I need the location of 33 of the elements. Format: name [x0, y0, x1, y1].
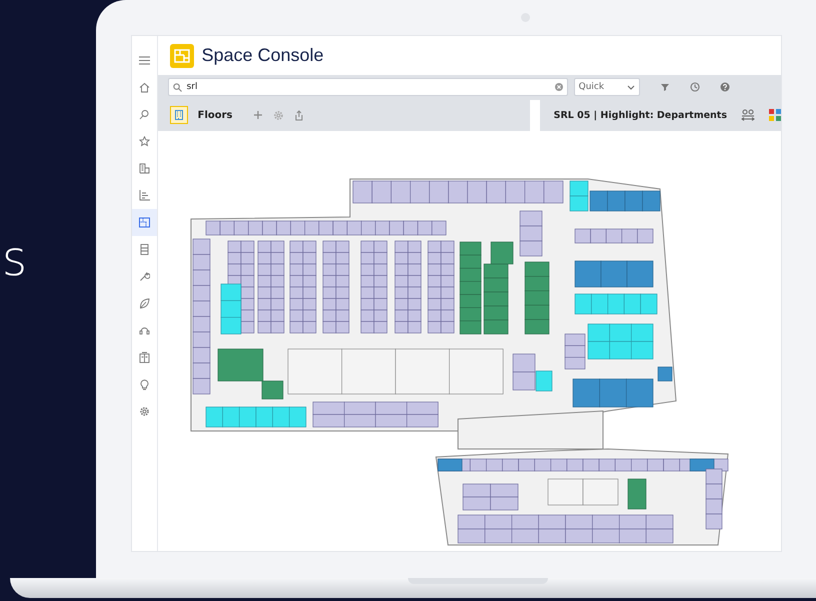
- compare-icon[interactable]: [741, 109, 755, 122]
- cabinet-icon: [138, 244, 150, 255]
- app-title: Space Console: [202, 45, 324, 66]
- backdrop-heading: s: [2, 231, 28, 287]
- color-grid-icon[interactable]: [769, 109, 781, 122]
- headset-icon: [138, 325, 150, 336]
- search-icon: [172, 82, 182, 92]
- bar-chart-icon: [138, 190, 150, 201]
- leaf-icon: [138, 298, 150, 309]
- elevator-icon: [138, 352, 150, 363]
- clock-icon[interactable]: [690, 82, 700, 92]
- home-icon: [138, 82, 150, 93]
- light-bulb-icon: [138, 379, 150, 390]
- building-icon: [138, 163, 150, 174]
- clear-icon[interactable]: [554, 83, 563, 92]
- menu-icon[interactable]: [138, 55, 150, 66]
- settings-icon: [138, 406, 150, 417]
- search-mode-dropdown[interactable]: Quick: [574, 78, 640, 96]
- search-icon: [138, 109, 150, 120]
- floor-plan-logo-icon: [170, 44, 194, 68]
- sidebar-item[interactable]: [132, 209, 157, 236]
- star-icon: [138, 136, 150, 147]
- add-icon[interactable]: [252, 110, 262, 120]
- view-title: SRL 05 | Highlight: Departments: [554, 110, 727, 121]
- floor-plan-icon: [138, 217, 150, 228]
- share-icon[interactable]: [294, 110, 304, 121]
- filter-icon[interactable]: [660, 82, 670, 92]
- caret-icon: [626, 84, 635, 90]
- wrench-icon: [138, 271, 150, 282]
- help-icon[interactable]: [720, 82, 730, 92]
- building-icon: [170, 106, 188, 124]
- panel-title: Floors: [198, 110, 232, 121]
- search-field[interactable]: srl: [168, 78, 568, 96]
